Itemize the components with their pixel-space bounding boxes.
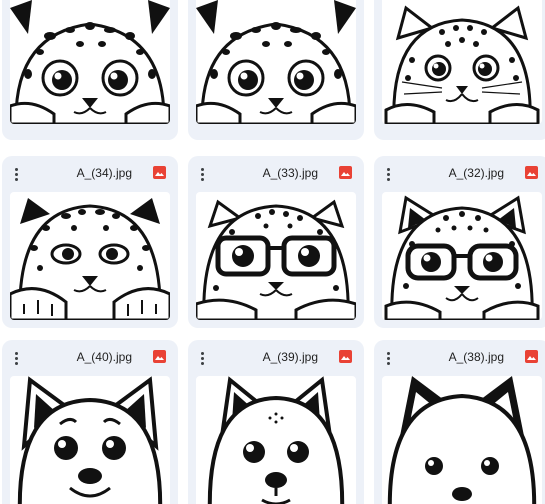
- card-header: A_(38).jpg: [374, 340, 545, 374]
- image-file-icon: [525, 350, 538, 363]
- more-options-icon[interactable]: [380, 349, 396, 367]
- file-name: A_(32).jpg: [448, 166, 504, 180]
- leopard-glasses-icon: [196, 192, 356, 320]
- file-card[interactable]: A_(34).jpg: [2, 156, 178, 328]
- file-name: A_(38).jpg: [448, 350, 504, 364]
- image-file-icon: [153, 166, 166, 179]
- more-options-icon[interactable]: [380, 165, 396, 183]
- file-card[interactable]: A_(38).jpg: [374, 340, 545, 504]
- card-header: A_(34).jpg: [2, 156, 178, 190]
- image-file-icon: [153, 350, 166, 363]
- puppy-peeking-icon: [10, 376, 170, 504]
- puppy-peeking-icon: [196, 376, 356, 504]
- file-card[interactable]: A_(32).jpg: [374, 156, 545, 328]
- file-card[interactable]: [2, 0, 178, 140]
- more-options-icon[interactable]: [194, 349, 210, 367]
- image-file-icon: [339, 166, 352, 179]
- card-header: A_(33).jpg: [188, 156, 364, 190]
- more-options-icon[interactable]: [8, 165, 24, 183]
- file-card[interactable]: A_(33).jpg: [188, 156, 364, 328]
- file-card[interactable]: A_(40).jpg: [2, 340, 178, 504]
- file-card[interactable]: [374, 0, 545, 140]
- more-options-icon[interactable]: [194, 165, 210, 183]
- file-card[interactable]: A_(39).jpg: [188, 340, 364, 504]
- puppy-peeking-icon: [382, 376, 542, 504]
- card-header: A_(32).jpg: [374, 156, 545, 190]
- leopard-peeking-icon: [10, 192, 170, 320]
- leopard-peeking-icon: [10, 0, 170, 124]
- file-name: A_(34).jpg: [76, 166, 132, 180]
- card-header: A_(40).jpg: [2, 340, 178, 374]
- card-header: A_(39).jpg: [188, 340, 364, 374]
- file-name: A_(33).jpg: [262, 166, 318, 180]
- image-file-icon: [525, 166, 538, 179]
- leopard-peeking-icon: [196, 0, 356, 124]
- image-file-icon: [339, 350, 352, 363]
- leopard-peeking-icon: [382, 0, 542, 124]
- more-options-icon[interactable]: [8, 349, 24, 367]
- file-grid: A_(34).jpg A_(33).jpg A_(32).jpg A_(40).…: [0, 0, 545, 504]
- file-name: A_(39).jpg: [262, 350, 318, 364]
- file-name: A_(40).jpg: [76, 350, 132, 364]
- file-card[interactable]: [188, 0, 364, 140]
- leopard-glasses-icon: [382, 192, 542, 320]
